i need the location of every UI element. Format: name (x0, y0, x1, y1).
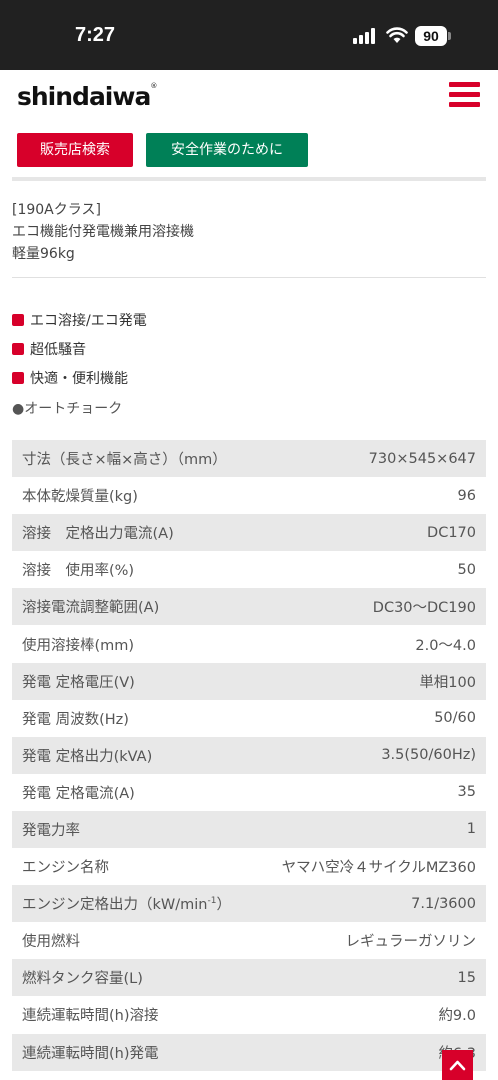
spec-label: 使用溶接棒(mm) (12, 625, 257, 663)
model-type: エコ機能付発電機兼用溶接機 (12, 224, 194, 240)
safety-work-button[interactable]: 安全作業のために (146, 133, 308, 167)
description-divider (12, 277, 486, 278)
spec-label: 溶接電流調整範囲(A) (12, 588, 257, 626)
shindaiwa-logo[interactable]: shindaiwa® (17, 82, 157, 111)
spec-label: 溶接 使用率(%) (12, 551, 257, 589)
spec-row: 連続運転時間(h)溶接 約9.0 (12, 996, 486, 1034)
spec-label-text: エンジン定格出力（kW/min (22, 897, 208, 914)
spec-value: 96 (256, 477, 486, 515)
signal-icon (353, 28, 377, 44)
spec-label: 連続運転時間(h)発電 (12, 1033, 257, 1071)
spec-label-close: ） (216, 897, 231, 914)
spec-value: 7.1/3600 (256, 885, 486, 923)
spec-value: 730×545×647 (256, 440, 486, 478)
spec-row: 燃料タンク容量(L) 15 (12, 959, 486, 997)
spec-row: 使用溶接棒(mm) 2.0〜4.0 (12, 625, 486, 663)
spec-row: 溶接電流調整範囲(A) DC30〜DC190 (12, 588, 486, 626)
hamburger-menu-icon[interactable] (449, 82, 480, 108)
spec-label: エンジン定格出力（kW/min-1） (12, 885, 257, 923)
feature-item[interactable]: 超低騒音 (12, 334, 147, 363)
spec-value: 15 (256, 959, 486, 997)
feature-label: ●オートチョーク (12, 400, 123, 417)
section-divider (12, 177, 486, 181)
spec-label: 発電 定格電圧(V) (12, 662, 257, 700)
chevron-up-icon (449, 1060, 466, 1071)
feature-item: ●オートチョーク (12, 393, 147, 422)
spec-value: 3.5(50/60Hz) (256, 736, 486, 774)
spec-row: 発電 周波数(Hz) 50/60 (12, 699, 486, 737)
feature-item[interactable]: エコ溶接/エコ発電 (12, 305, 147, 334)
spec-row: 本体乾燥質量(kg) 96 (12, 477, 486, 515)
dealer-search-button[interactable]: 販売店検索 (17, 133, 133, 167)
status-bar: 7:27 90 (0, 0, 498, 70)
feature-list: エコ溶接/エコ発電 超低騒音 快適・便利機能 ●オートチョーク (12, 305, 147, 422)
model-description: [190Aクラス] エコ機能付発電機兼用溶接機 軽量96kg (12, 199, 194, 265)
spec-value: 50/60 (256, 699, 486, 737)
spec-row: 溶接 使用率(%) 50 (12, 551, 486, 589)
spec-value: DC170 (256, 514, 486, 552)
battery-level: 90 (415, 26, 447, 46)
spec-label: 溶接 定格出力電流(A) (12, 514, 257, 552)
spec-row: 寸法（長さ×幅×高さ）（mm） 730×545×647 (12, 440, 486, 478)
registered-mark: ® (150, 82, 157, 90)
spec-row: 使用燃料 レギュラーガソリン (12, 922, 486, 960)
spec-value: 約9.0 (256, 996, 486, 1034)
feature-label: 超低騒音 (30, 341, 86, 358)
spec-row: 発電力率 1 (12, 810, 486, 849)
spec-label: 発電 定格電流(A) (12, 773, 257, 811)
spec-label: 発電 周波数(Hz) (12, 699, 257, 737)
spec-label: 発電力率 (12, 810, 257, 849)
scroll-to-top-button[interactable] (442, 1050, 473, 1080)
spec-row: 溶接 定格出力電流(A) DC170 (12, 514, 486, 552)
site-header: shindaiwa® (0, 70, 498, 126)
battery-tip (448, 32, 451, 40)
red-square-icon (12, 342, 24, 355)
spec-label: 連続運転時間(h)溶接 (12, 996, 257, 1034)
feature-item[interactable]: 快適・便利機能 (12, 364, 147, 393)
spec-table: 寸法（長さ×幅×高さ）（mm） 730×545×647 本体乾燥質量(kg) 96 … (12, 440, 486, 1071)
spec-label: 燃料タンク容量(L) (12, 959, 257, 997)
spec-row: 発電 定格出力(kVA) 3.5(50/60Hz) (12, 736, 486, 774)
spec-label: 発電 定格出力(kVA) (12, 736, 257, 774)
spec-label: エンジン名称 (12, 848, 257, 886)
red-square-icon (12, 372, 24, 385)
spec-value: ヤマハ空冷４サイクルMZ360 (256, 848, 486, 886)
feature-label: 快適・便利機能 (30, 371, 128, 388)
spec-value: DC30〜DC190 (256, 588, 486, 626)
spec-row: エンジン定格出力（kW/min-1） 7.1/3600 (12, 885, 486, 923)
spec-row: 連続運転時間(h)発電約6.3 (12, 1033, 486, 1071)
spec-value: 1 (256, 810, 486, 849)
spec-label: 使用燃料 (12, 922, 257, 960)
spec-row: 発電 定格電流(A) 35 (12, 773, 486, 811)
logo-text: shindaiwa (17, 82, 151, 111)
spec-label: 本体乾燥質量(kg) (12, 477, 257, 515)
status-time: 7:27 (75, 24, 116, 46)
model-class: [190Aクラス] (12, 202, 101, 218)
spec-value: 35 (256, 773, 486, 811)
spec-label: 寸法（長さ×幅×高さ）（mm） (12, 440, 257, 478)
spec-row: エンジン名称 ヤマハ空冷４サイクルMZ360 (12, 848, 486, 886)
spec-value: 2.0〜4.0 (256, 625, 486, 663)
red-square-icon (12, 313, 24, 326)
spec-value: 単相100 (256, 662, 486, 700)
wifi-icon (386, 27, 408, 43)
spec-value: レギュラーガソリン (256, 922, 486, 960)
spec-row: 発電 定格電圧(V) 単相100 (12, 662, 486, 700)
spec-value: 50 (256, 551, 486, 589)
feature-label: エコ溶接/エコ発電 (30, 312, 147, 329)
model-weight: 軽量96kg (12, 246, 75, 262)
